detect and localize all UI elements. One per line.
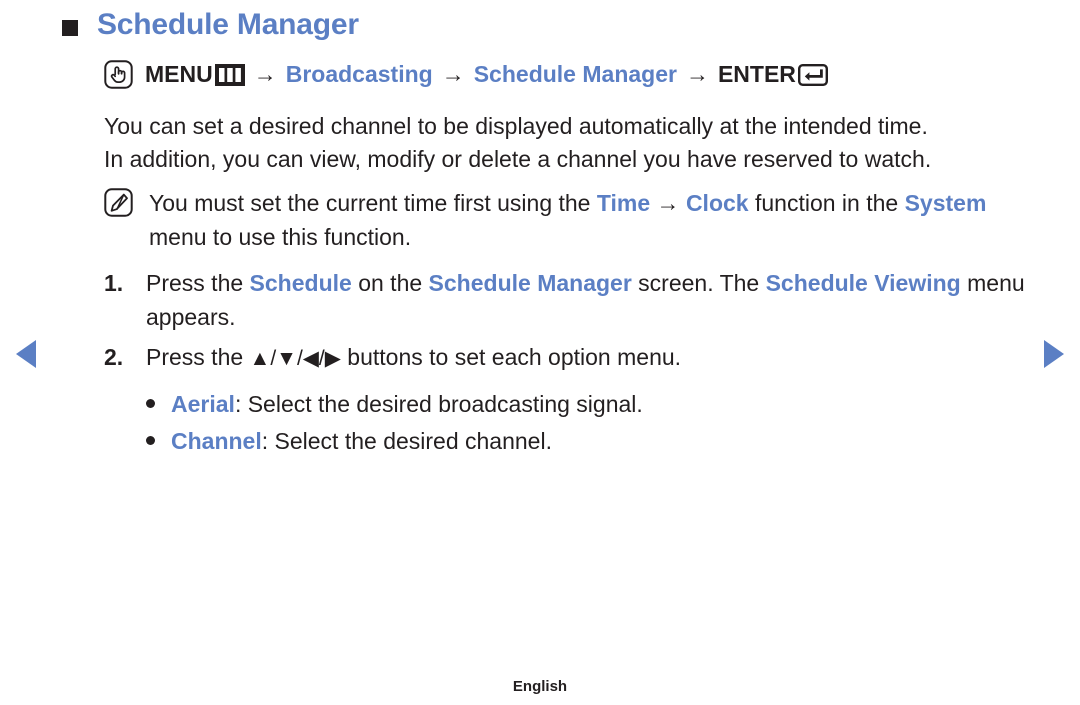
page-title: Schedule Manager [97, 8, 359, 41]
note-text: You must set the current time first usin… [149, 186, 1024, 254]
note-arrow: → [650, 190, 686, 216]
note-text-part1: You must set the current time first usin… [149, 190, 597, 216]
step-number: 2. [104, 344, 124, 370]
note-pencil-icon [104, 188, 133, 217]
step1-part1: Press the [146, 270, 250, 296]
note-keyword-time: Time [596, 190, 651, 216]
sub-bullet-keyword-channel: Channel [171, 428, 262, 454]
breadcrumb-item-schedule-manager: Schedule Manager [473, 61, 677, 87]
dot-bullet-icon [146, 436, 155, 445]
sub-bullet-aerial: Aerial: Select the desired broadcasting … [146, 387, 643, 421]
breadcrumb-enter-label: ENTER [717, 61, 796, 87]
step2-part2: buttons to set each option menu. [340, 344, 682, 370]
step-item-1: 1. Press the Schedule on the Schedule Ma… [104, 266, 1034, 334]
direction-buttons-icons: ▲/▼/◀/▶ [249, 347, 341, 370]
menu-grid-icon [214, 63, 245, 86]
next-page-arrow-icon[interactable] [1044, 340, 1064, 368]
breadcrumb-separator: → [253, 61, 277, 87]
step1-keyword-schedule-viewing: Schedule Viewing [765, 270, 961, 296]
step-text: Press the Schedule on the Schedule Manag… [146, 266, 1034, 334]
note-text-part3: menu to use this function. [149, 224, 412, 250]
breadcrumb-separator: → [685, 61, 709, 87]
step1-part3: screen. The [631, 270, 766, 296]
prev-page-arrow-icon[interactable] [16, 340, 36, 368]
step1-keyword-schedule-manager: Schedule Manager [428, 270, 632, 296]
note-text-part2: function in the [748, 190, 905, 216]
note-block: You must set the current time first usin… [104, 186, 1024, 254]
dot-bullet-icon [146, 399, 155, 408]
note-keyword-system: System [904, 190, 987, 216]
breadcrumb-separator: → [441, 61, 465, 87]
intro-paragraph: You can set a desired channel to be disp… [104, 110, 1034, 176]
note-keyword-clock: Clock [685, 190, 749, 216]
step1-part2: on the [351, 270, 429, 296]
step-item-2: 2. Press the ▲/▼/◀/▶ buttons to set each… [104, 340, 1034, 376]
manual-page: Schedule Manager MENU → Broadcasting → S… [0, 0, 1080, 705]
step1-keyword-schedule: Schedule [249, 270, 352, 296]
step2-part1: Press the [146, 344, 250, 370]
page-heading: Schedule Manager [62, 10, 359, 40]
sub-bullet-channel: Channel: Select the desired channel. [146, 424, 552, 458]
footer-language: English [512, 678, 568, 695]
sub-bullet-keyword-aerial: Aerial [171, 391, 235, 417]
hand-press-icon [104, 60, 133, 89]
sub-bullet-text: Channel: Select the desired channel. [171, 424, 552, 458]
square-bullet-icon [62, 20, 78, 36]
sub-bullet-desc: : Select the desired broadcasting signal… [234, 391, 643, 417]
sub-bullet-desc: : Select the desired channel. [261, 428, 552, 454]
enter-key-icon [797, 63, 828, 86]
sub-bullet-text: Aerial: Select the desired broadcasting … [171, 387, 643, 421]
breadcrumb: MENU → Broadcasting → Schedule Manager →… [104, 60, 828, 89]
breadcrumb-menu-label: MENU [145, 61, 213, 87]
step-text: Press the ▲/▼/◀/▶ buttons to set each op… [146, 340, 1034, 376]
intro-line-1: You can set a desired channel to be disp… [104, 113, 928, 139]
intro-line-2: In addition, you can view, modify or del… [104, 146, 932, 172]
breadcrumb-item-broadcasting: Broadcasting [285, 61, 433, 87]
step-number: 1. [104, 270, 124, 296]
